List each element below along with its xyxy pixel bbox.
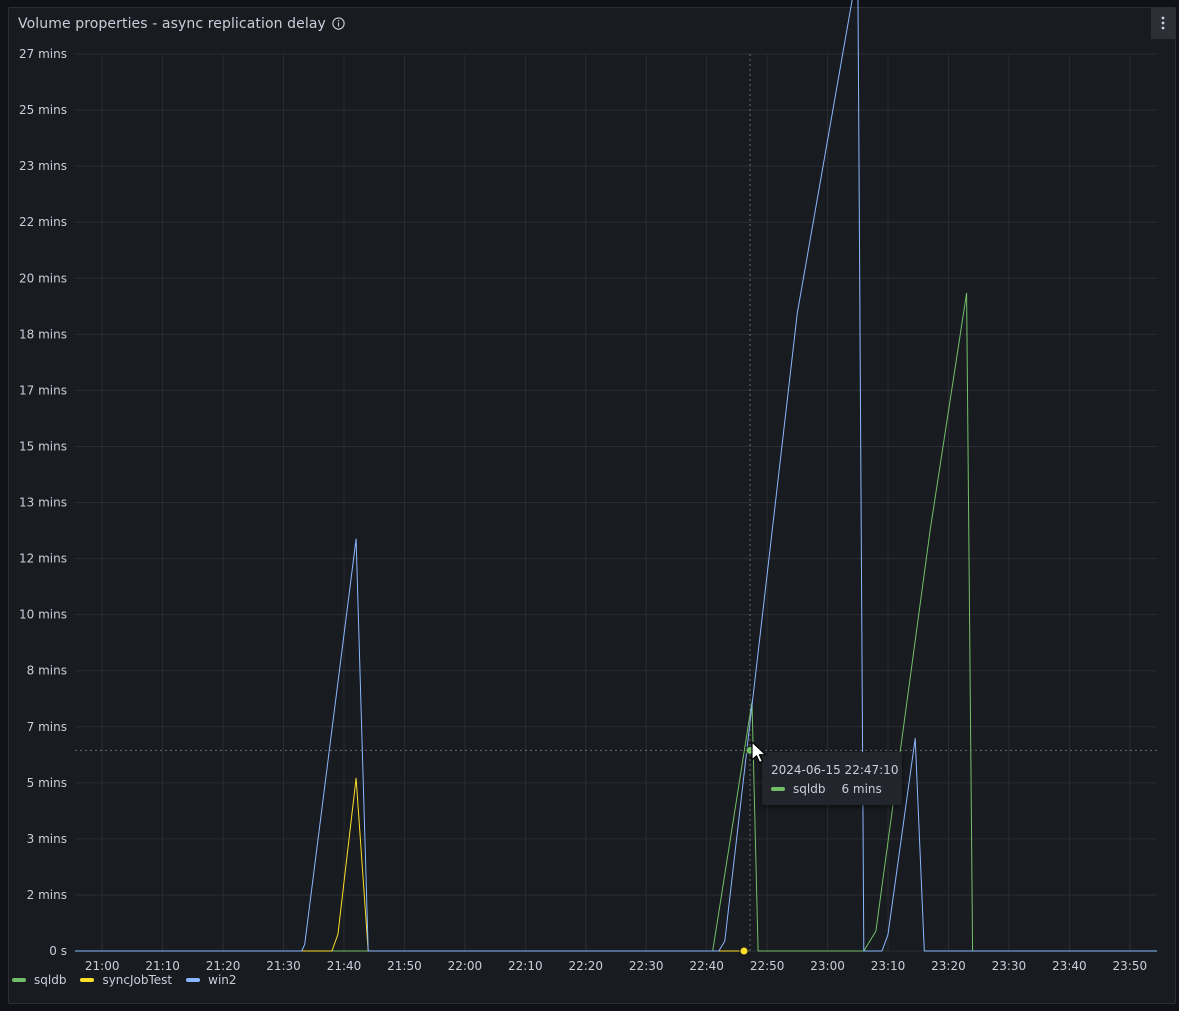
tooltip-time: 2024-06-15 22:47:10 (771, 763, 899, 777)
x-tick-label: 22:30 (629, 959, 664, 973)
x-tick-label: 23:10 (871, 959, 906, 973)
series-line-syncjobtest (75, 777, 749, 952)
x-tick-label: 22:10 (508, 959, 543, 973)
y-tick-label: 8 mins (27, 664, 67, 678)
legend-swatch-win2 (186, 978, 201, 982)
y-tick-label: 20 mins (19, 271, 67, 285)
y-tick-label: 22 mins (19, 215, 67, 229)
mouse-cursor-icon (751, 741, 767, 764)
tooltip-value: 6 mins (841, 782, 882, 796)
series-lines (75, 0, 1157, 952)
x-tick-label: 22:40 (689, 959, 724, 973)
x-tick-label: 21:50 (387, 959, 422, 973)
y-tick-label: 10 mins (19, 608, 67, 622)
x-axis: 21:00 21:10 21:20 21:30 21:40 21:50 22:00 22:10… (85, 959, 1147, 973)
tooltip-row-sqldb: sqldb 6 mins (771, 782, 882, 796)
x-tick-label: 23:20 (931, 959, 966, 973)
series-line-sqldb (75, 292, 1157, 952)
x-tick-label: 22:50 (750, 959, 785, 973)
hover-tooltip: 2024-06-15 22:47:10 sqldb 6 mins (762, 752, 902, 805)
x-tick-label: 23:50 (1113, 959, 1148, 973)
hover-crosshair (75, 54, 1157, 956)
legend-item-win2[interactable]: win2 (186, 973, 237, 987)
y-tick-label: 15 mins (19, 439, 67, 453)
x-tick-label: 21:40 (327, 959, 362, 973)
y-tick-label: 25 mins (19, 103, 67, 117)
legend: sqldb syncJobTest win2 (12, 972, 237, 988)
line-chart[interactable]: 27 mins 25 mins 23 mins 22 mins 20 mins 18 mi… (0, 0, 1179, 1011)
tooltip-swatch (771, 787, 785, 791)
y-tick-label: 13 mins (19, 496, 67, 510)
y-tick-label: 5 mins (27, 776, 67, 790)
y-tick-label: 23 mins (19, 159, 67, 173)
legend-swatch-syncjobtest (80, 978, 95, 982)
x-tick-label: 21:10 (145, 959, 180, 973)
x-tick-label: 21:20 (206, 959, 241, 973)
legend-swatch-sqldb (12, 978, 26, 982)
tooltip-series-name: sqldb (793, 782, 826, 796)
legend-label: syncJobTest (102, 973, 173, 987)
legend-label: win2 (208, 973, 237, 987)
grid (75, 53, 1157, 952)
x-tick-label: 23:00 (810, 959, 845, 973)
series-line-win2 (75, 0, 1157, 952)
hover-point-syncjobtest (739, 946, 749, 956)
x-tick-label: 21:30 (266, 959, 301, 973)
y-axis: 27 mins 25 mins 23 mins 22 mins 20 mins 18 mi… (19, 47, 67, 958)
y-tick-label: 7 mins (27, 720, 67, 734)
x-tick-label: 23:40 (1052, 959, 1087, 973)
x-tick-label: 23:30 (992, 959, 1027, 973)
legend-item-syncjobtest[interactable]: syncJobTest (80, 973, 172, 987)
y-tick-label: 0 s (49, 944, 67, 958)
y-tick-label: 17 mins (19, 383, 67, 397)
y-tick-label: 27 mins (19, 47, 67, 61)
y-tick-label: 12 mins (19, 552, 67, 566)
legend-label: sqldb (34, 973, 67, 987)
y-tick-label: 18 mins (19, 327, 67, 341)
y-tick-label: 2 mins (27, 888, 67, 902)
x-tick-label: 22:20 (568, 959, 603, 973)
y-tick-label: 3 mins (27, 832, 67, 846)
x-tick-label: 21:00 (85, 959, 120, 973)
x-tick-label: 22:00 (448, 959, 483, 973)
legend-item-sqldb[interactable]: sqldb (12, 973, 66, 987)
